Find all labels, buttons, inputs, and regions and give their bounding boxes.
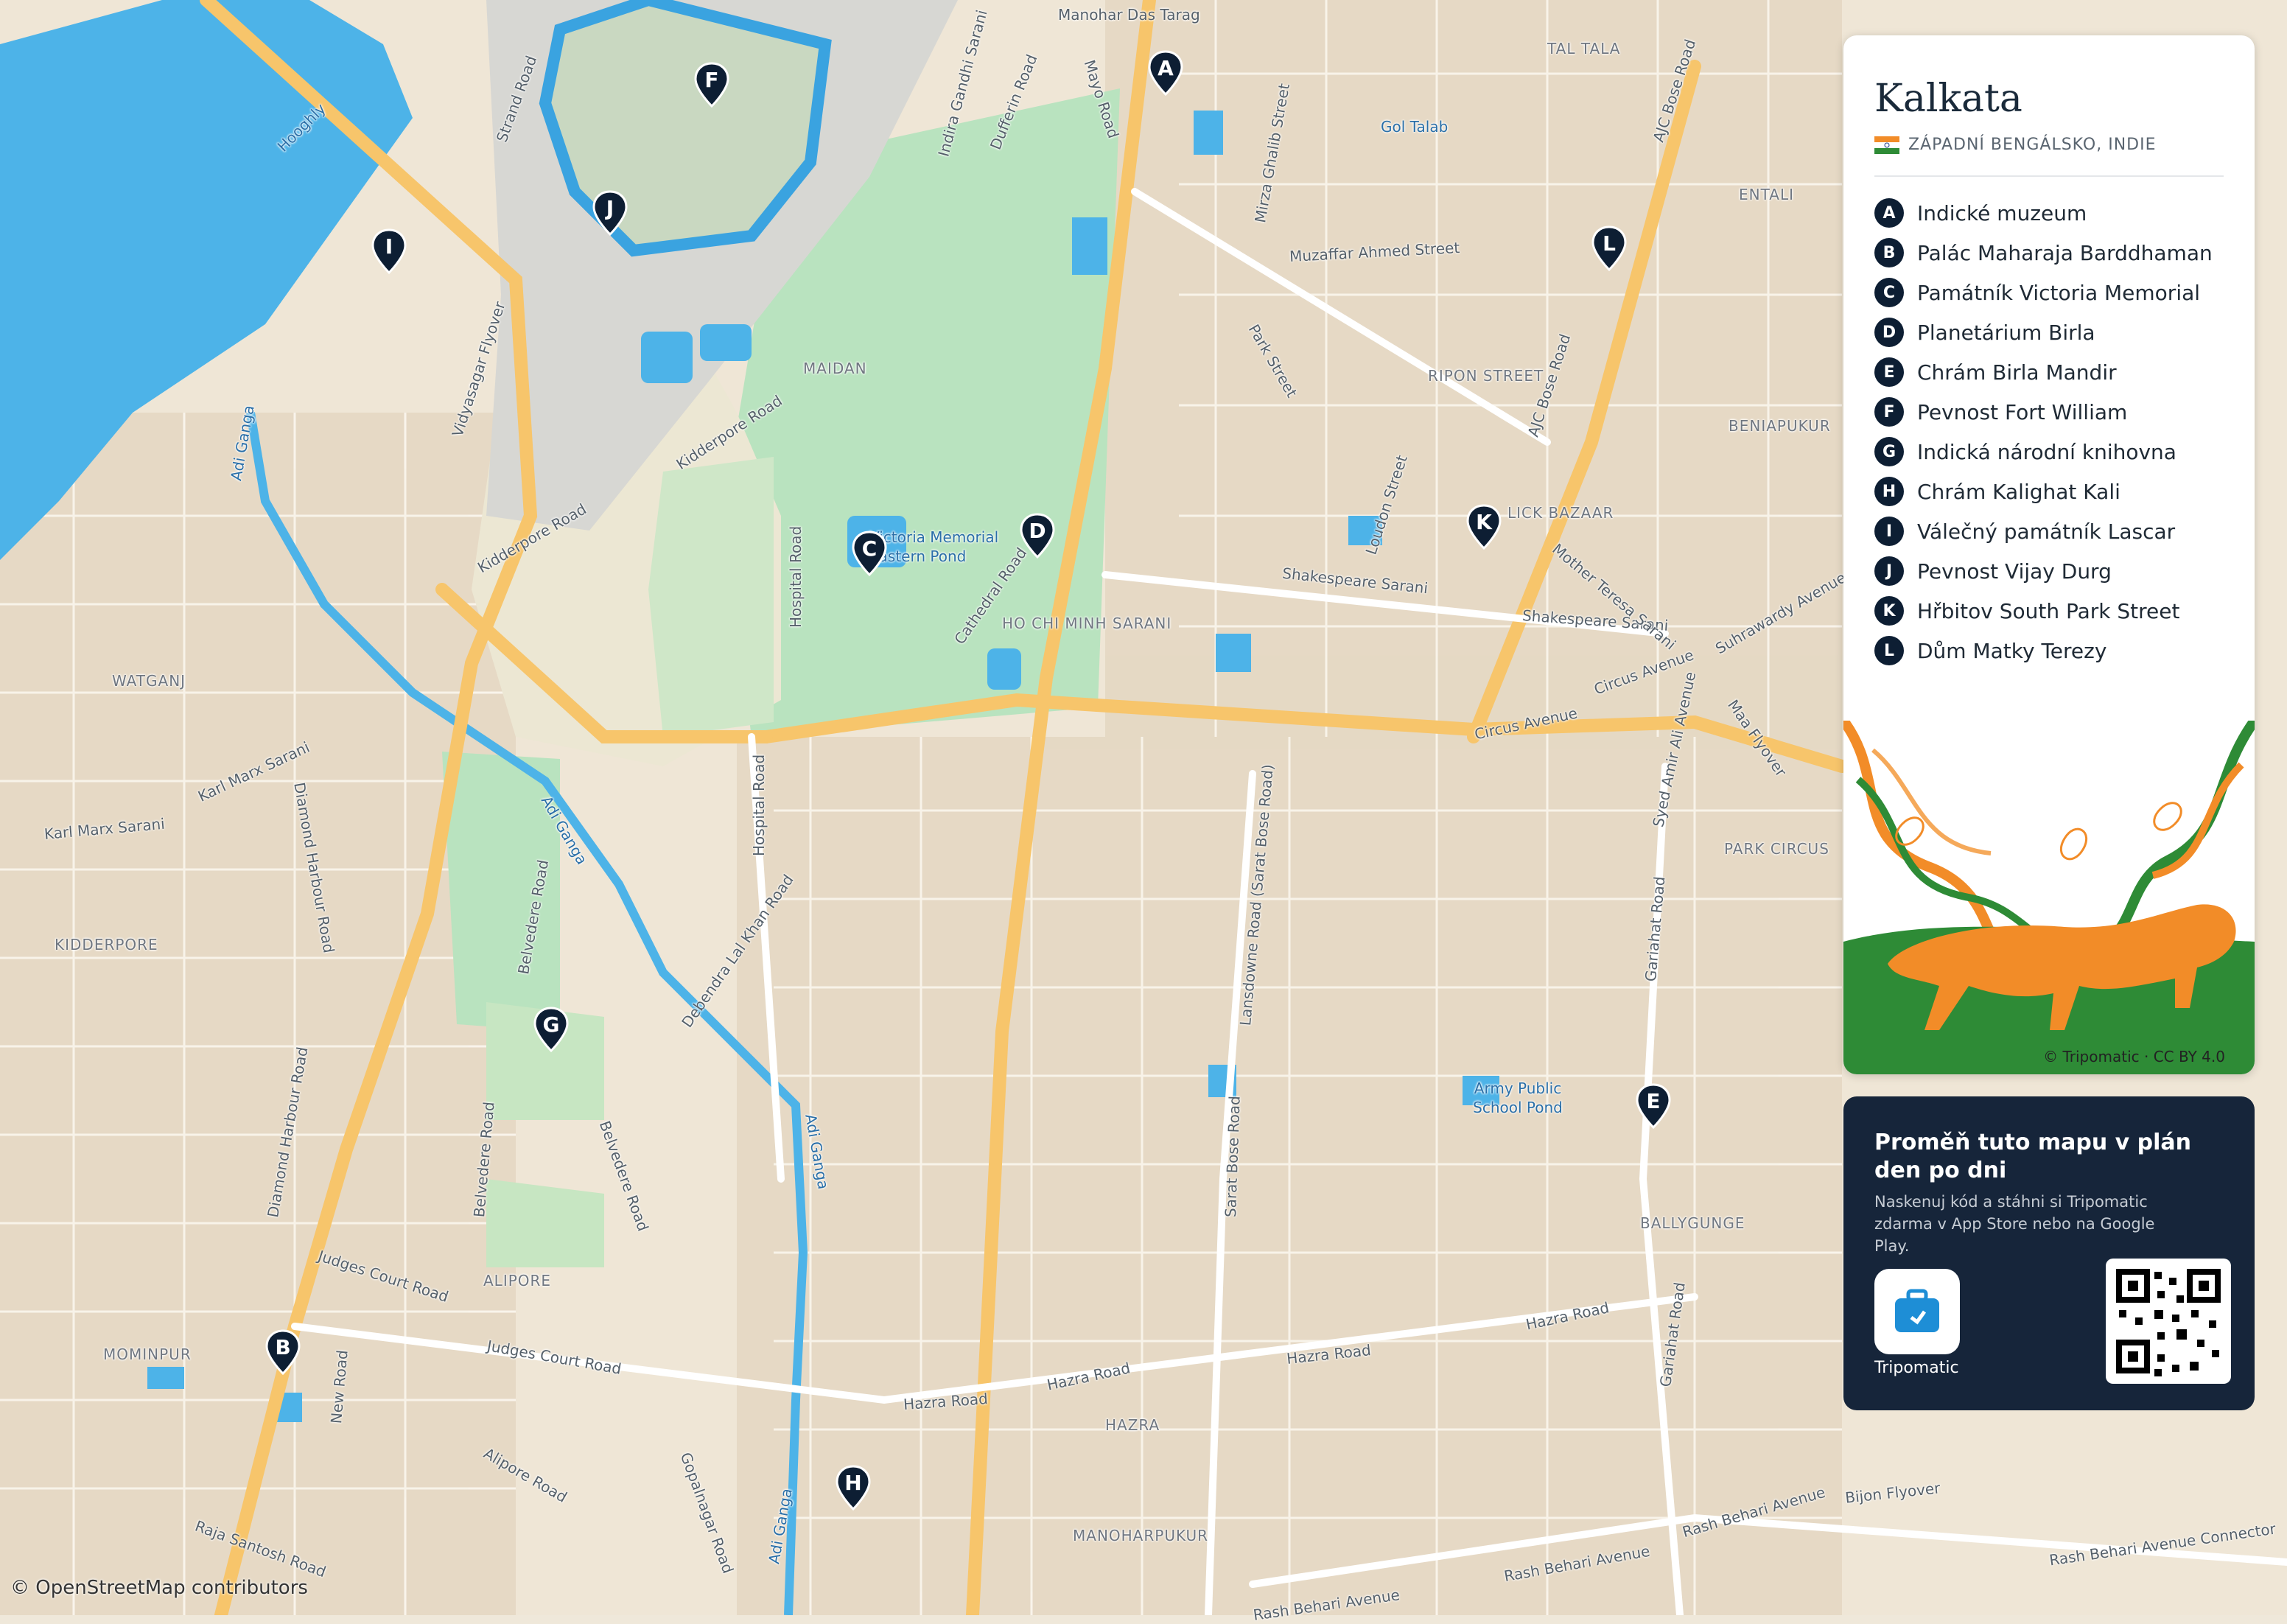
marker-letter: H	[844, 1471, 862, 1495]
app-promo-card: Proměň tuto mapu v plán den po dni Naske…	[1843, 1096, 2255, 1410]
poi-badge: D	[1874, 318, 1904, 347]
poi-list-item[interactable]: J Pevnost Vijay Durg	[1874, 551, 2213, 591]
divider	[1874, 175, 2224, 177]
marker-letter: C	[861, 536, 878, 561]
map-marker-g[interactable]: G	[533, 1007, 570, 1052]
water-label: Gol Talab	[1381, 118, 1449, 136]
poi-list-item[interactable]: L Dům Matky Terezy	[1874, 631, 2213, 671]
poi-name: Dům Matky Terezy	[1917, 638, 2107, 663]
legend-panel: Kalkata ZÁPADNÍ BENGÁLSKO, INDIE A Indick…	[1843, 35, 2255, 1074]
marker-letter: K	[1476, 510, 1492, 534]
poi-name: Pevnost Vijay Durg	[1917, 559, 2112, 584]
poi-list-item[interactable]: D Planetárium Birla	[1874, 312, 2213, 352]
district-label: WATGANJ	[112, 672, 186, 690]
poi-list-item[interactable]: I Válečný památník Lascar	[1874, 511, 2213, 551]
tiger-illustration	[1843, 721, 2255, 1074]
promo-description: Naskenuj kód a stáhni si Tripomatic zdar…	[1874, 1193, 2155, 1255]
district-label: PARK CIRCUS	[1724, 840, 1829, 858]
poi-badge: G	[1874, 437, 1904, 466]
city-title: Kalkata	[1874, 77, 2022, 121]
water-label: Victoria Memorial Eastern Pond	[869, 528, 999, 565]
district-label: MAIDAN	[803, 360, 867, 377]
district-label: LICK BAZAAR	[1507, 504, 1614, 522]
map-marker-a[interactable]: A	[1147, 50, 1184, 96]
poi-list-item[interactable]: K Hřbitov South Park Street	[1874, 591, 2213, 631]
street-label: Hospital Road	[787, 525, 805, 628]
suitcase-icon	[1895, 1289, 1939, 1332]
district-label: MOMINPUR	[103, 1345, 192, 1363]
poi-list-item[interactable]: F Pevnost Fort William	[1874, 392, 2213, 432]
poi-badge: K	[1874, 596, 1904, 626]
poi-list-item[interactable]: B Palác Maharaja Barddhaman	[1874, 233, 2213, 273]
poi-name: Palác Maharaja Barddhaman	[1917, 240, 2213, 265]
poi-name: Indické muzeum	[1917, 200, 2087, 225]
street-label: Manohar Das Tarag	[1058, 6, 1200, 24]
illustration-credit: © Tripomatic · CC BY 4.0	[2043, 1048, 2225, 1065]
poi-list: A Indické muzeum B Palác Maharaja Barddham…	[1874, 193, 2213, 671]
poi-name: Válečný památník Lascar	[1917, 519, 2176, 544]
map-attribution[interactable]: © OpenStreetMap contributors	[10, 1577, 308, 1599]
poi-list-item[interactable]: E Chrám Birla Mandir	[1874, 352, 2213, 392]
poi-badge: E	[1874, 357, 1904, 387]
promo-title: Proměň tuto mapu v plán den po dni	[1874, 1130, 2192, 1183]
tripomatic-app-icon[interactable]	[1874, 1269, 1960, 1354]
district-label: ENTALI	[1739, 186, 1794, 203]
poi-badge: J	[1874, 556, 1904, 586]
region-text: ZÁPADNÍ BENGÁLSKO, INDIE	[1908, 136, 2157, 154]
map-marker-l[interactable]: L	[1591, 225, 1628, 271]
district-label: TAL TALA	[1547, 40, 1621, 57]
map-marker-i[interactable]: I	[371, 228, 407, 274]
district-label: BALLYGUNGE	[1640, 1214, 1745, 1232]
poi-list-item[interactable]: A Indické muzeum	[1874, 193, 2213, 233]
district-label: KIDDERPORE	[55, 936, 158, 953]
district-label: MANOHARPUKUR	[1073, 1527, 1209, 1544]
marker-letter: I	[385, 234, 393, 259]
map-marker-k[interactable]: K	[1465, 504, 1502, 550]
poi-badge: H	[1874, 477, 1904, 506]
poi-badge: B	[1874, 238, 1904, 267]
marker-letter: J	[606, 196, 614, 220]
marker-letter: G	[542, 1012, 560, 1037]
app-name: Tripomatic	[1874, 1359, 1959, 1377]
map-marker-h[interactable]: H	[835, 1465, 872, 1511]
poi-badge: L	[1874, 636, 1904, 665]
map-marker-d[interactable]: D	[1019, 513, 1056, 559]
map-marker-b[interactable]: B	[265, 1329, 301, 1375]
map-marker-f[interactable]: F	[693, 62, 730, 108]
district-label: BENIAPUKUR	[1729, 417, 1831, 435]
poi-badge: F	[1874, 397, 1904, 427]
district-label: HAZRA	[1105, 1416, 1160, 1434]
poi-badge: C	[1874, 278, 1904, 307]
map-marker-c[interactable]: C	[851, 531, 888, 576]
district-label: RIPON STREET	[1428, 367, 1544, 385]
poi-badge: A	[1874, 198, 1904, 228]
india-flag-icon	[1874, 136, 1899, 154]
poi-name: Hřbitov South Park Street	[1917, 598, 2180, 623]
marker-letter: L	[1603, 231, 1616, 256]
poi-list-item[interactable]: G Indická národní knihovna	[1874, 432, 2213, 472]
marker-letter: E	[1646, 1089, 1661, 1113]
poi-name: Chrám Kalighat Kali	[1917, 479, 2120, 504]
region-subtitle: ZÁPADNÍ BENGÁLSKO, INDIE	[1874, 136, 2156, 154]
poi-name: Památník Victoria Memorial	[1917, 280, 2201, 305]
street-label: Hospital Road	[750, 754, 768, 856]
poi-name: Indická národní knihovna	[1917, 439, 2176, 464]
marker-letter: F	[704, 68, 719, 92]
map-marker-j[interactable]: J	[592, 190, 628, 236]
map-marker-e[interactable]: E	[1635, 1083, 1672, 1129]
marker-letter: A	[1157, 56, 1174, 80]
poi-badge: I	[1874, 517, 1904, 546]
water-label: Army Public School Pond	[1473, 1079, 1563, 1116]
marker-letter: D	[1029, 519, 1046, 543]
district-label: ALIPORE	[483, 1272, 552, 1289]
district-label: HO CHI MINH SARANI	[1002, 615, 1172, 632]
poi-list-item[interactable]: H Chrám Kalighat Kali	[1874, 472, 2213, 511]
qr-code-icon[interactable]	[2106, 1259, 2231, 1384]
poi-name: Planetárium Birla	[1917, 320, 2095, 345]
poi-name: Pevnost Fort William	[1917, 399, 2128, 424]
marker-letter: B	[275, 1335, 291, 1359]
poi-name: Chrám Birla Mandir	[1917, 360, 2117, 385]
poi-list-item[interactable]: C Památník Victoria Memorial	[1874, 273, 2213, 312]
